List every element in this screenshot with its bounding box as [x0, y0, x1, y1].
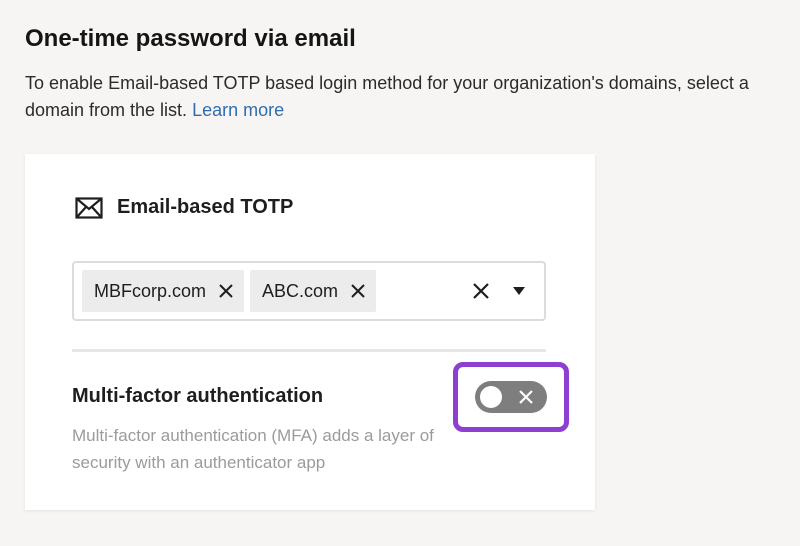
domain-chip-label: ABC.com: [262, 280, 339, 301]
remove-domain-icon[interactable]: [218, 283, 234, 299]
select-controls: [472, 282, 536, 300]
envelope-icon: [75, 196, 103, 219]
toggle-highlight: [453, 362, 569, 432]
mfa-title: Multi-factor authentication: [72, 385, 324, 407]
email-totp-card: Email-based TOTP MBFcorp.com ABC.com Mul…: [25, 154, 595, 510]
clear-all-icon[interactable]: [472, 282, 490, 300]
domain-chip-label: MBFcorp.com: [94, 280, 207, 301]
dropdown-caret-icon[interactable]: [512, 286, 526, 296]
card-header: Email-based TOTP: [75, 196, 293, 219]
mfa-toggle[interactable]: [475, 381, 547, 413]
domain-chip: MBFcorp.com: [82, 270, 245, 312]
description-text: To enable Email-based TOTP based login m…: [25, 73, 749, 120]
learn-more-link[interactable]: Learn more: [192, 100, 284, 120]
divider: [72, 349, 546, 352]
mfa-description: Multi-factor authentication (MFA) adds a…: [72, 426, 434, 472]
remove-domain-icon[interactable]: [350, 283, 366, 299]
section-description: To enable Email-based TOTP based login m…: [25, 70, 795, 124]
toggle-off-icon: [517, 388, 535, 411]
domain-multiselect[interactable]: MBFcorp.com ABC.com: [72, 261, 546, 321]
toggle-knob: [480, 386, 502, 408]
page-title: One-time password via email: [25, 25, 356, 52]
card-title: Email-based TOTP: [117, 196, 294, 218]
domain-chip: ABC.com: [250, 270, 377, 312]
